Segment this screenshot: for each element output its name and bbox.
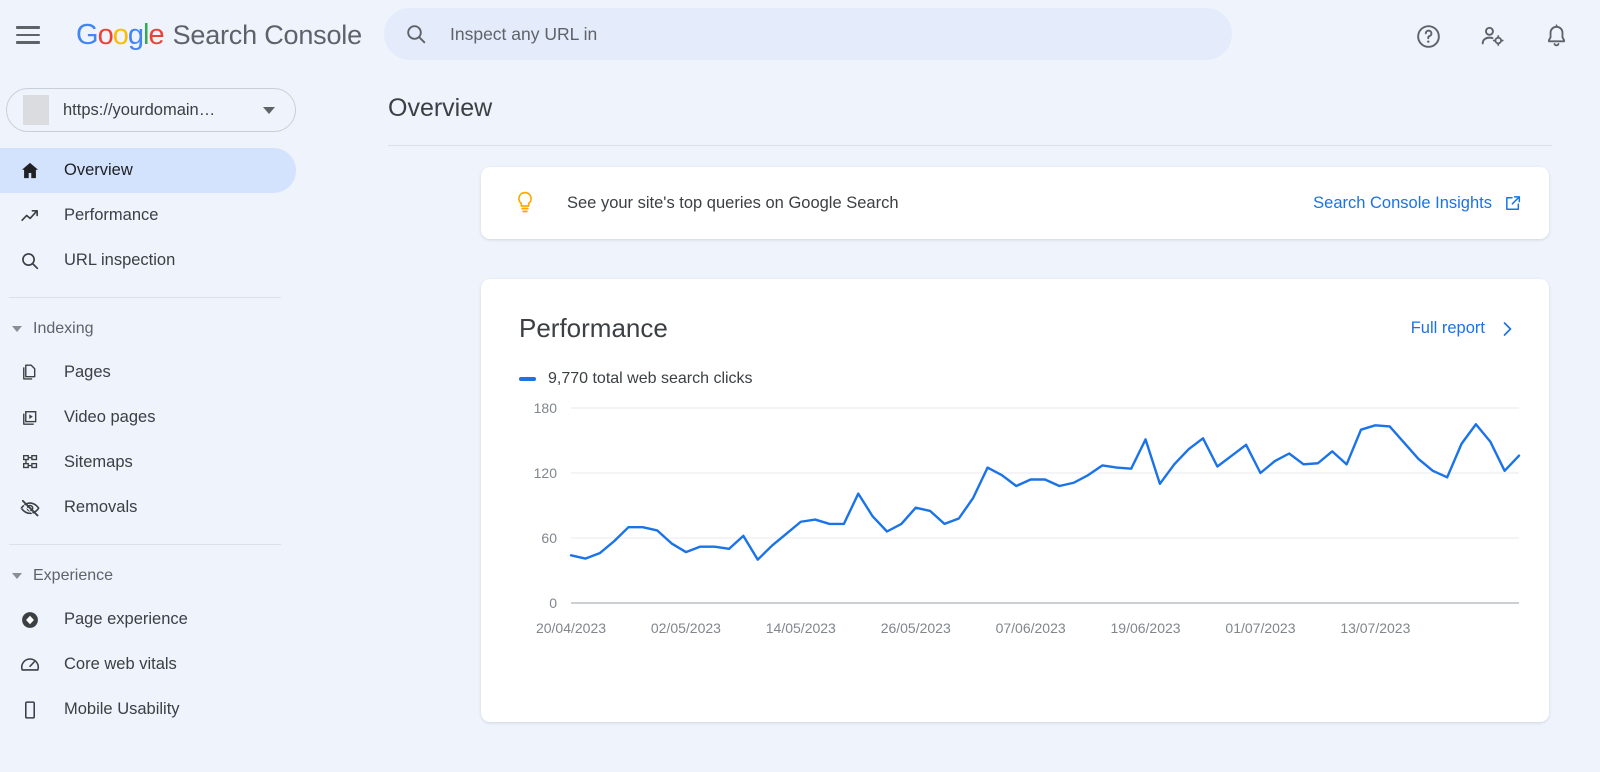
search-console-insights-card: See your site's top queries on Google Se… xyxy=(481,167,1549,239)
chevron-down-icon xyxy=(263,107,275,114)
sidebar-item-label: Sitemaps xyxy=(64,453,133,472)
nav-divider xyxy=(9,297,281,298)
site-favicon xyxy=(23,95,49,125)
gauge-icon xyxy=(18,653,42,677)
sidebar-item-label: Mobile Usability xyxy=(64,700,180,719)
product-name: Search Console xyxy=(173,20,362,51)
sidebar-item-sitemaps[interactable]: Sitemaps xyxy=(0,440,296,485)
page-title: Overview xyxy=(388,94,1600,123)
hamburger-menu-icon[interactable] xyxy=(16,26,40,44)
search-placeholder: Inspect any URL in xyxy=(450,24,597,45)
page-experience-icon xyxy=(18,608,42,632)
chevron-down-icon xyxy=(12,326,22,332)
sidebar-item-performance[interactable]: Performance xyxy=(0,193,296,238)
pages-copy-icon xyxy=(18,361,42,385)
sidebar-item-label: Core web vitals xyxy=(64,655,177,674)
svg-text:60: 60 xyxy=(541,530,557,546)
svg-text:120: 120 xyxy=(534,465,558,481)
sidebar-item-label: URL inspection xyxy=(64,251,175,270)
svg-text:02/05/2023: 02/05/2023 xyxy=(651,620,721,636)
chart-legend-clicks[interactable]: 9,770 total web search clicks xyxy=(519,370,1549,388)
external-link-icon xyxy=(1503,193,1523,213)
sidebar-item-label: Page experience xyxy=(64,610,188,629)
performance-chart[interactable]: 0 60 120 180 20/04/2023 02/05/2023 14/05/2023 2… xyxy=(481,396,1549,656)
top-app-bar: Google Search Console Inspect any URL in xyxy=(0,0,1600,70)
performance-title: Performance xyxy=(519,313,668,344)
sidebar-item-pages[interactable]: Pages xyxy=(0,350,296,395)
svg-text:20/04/2023: 20/04/2023 xyxy=(536,620,606,636)
sidebar-item-label: Pages xyxy=(64,363,111,382)
google-logo: Google xyxy=(76,19,164,52)
help-icon[interactable] xyxy=(1406,14,1450,58)
nav-section-title: Experience xyxy=(33,567,113,585)
url-inspect-search-bar[interactable]: Inspect any URL in xyxy=(384,8,1232,60)
video-pages-icon xyxy=(18,406,42,430)
legend-label: 9,770 total web search clicks xyxy=(548,370,753,388)
svg-text:26/05/2023: 26/05/2023 xyxy=(881,620,951,636)
sidebar-item-removals[interactable]: Removals xyxy=(0,485,296,530)
property-selector[interactable]: https://yourdomain… xyxy=(6,88,296,132)
legend-swatch xyxy=(519,377,536,381)
performance-card-header: Performance Full report xyxy=(481,279,1549,344)
svg-text:19/06/2023: 19/06/2023 xyxy=(1111,620,1181,636)
search-console-insights-link[interactable]: Search Console Insights xyxy=(1313,193,1523,213)
home-icon xyxy=(18,159,42,183)
sidebar-item-page-experience[interactable]: Page experience xyxy=(0,597,296,642)
svg-text:0: 0 xyxy=(549,595,557,611)
top-bar-actions xyxy=(1406,14,1578,58)
nav-section-title: Indexing xyxy=(33,320,94,338)
search-icon xyxy=(404,22,428,46)
property-url: https://yourdomain… xyxy=(63,101,263,120)
sidebar-item-label: Video pages xyxy=(64,408,155,427)
full-report-label: Full report xyxy=(1411,319,1485,338)
trending-up-icon xyxy=(18,204,42,228)
sidebar-item-overview[interactable]: Overview xyxy=(0,148,296,193)
sidebar-item-video-pages[interactable]: Video pages xyxy=(0,395,296,440)
svg-text:07/06/2023: 07/06/2023 xyxy=(996,620,1066,636)
insights-message: See your site's top queries on Google Se… xyxy=(567,194,899,213)
search-icon xyxy=(18,249,42,273)
full-report-link[interactable]: Full report xyxy=(1411,319,1517,339)
clicks-line-chart: 0 60 120 180 20/04/2023 02/05/2023 14/05/2023 2… xyxy=(481,396,1549,646)
sidebar-item-label: Overview xyxy=(64,161,133,180)
nav-section-indexing[interactable]: Indexing xyxy=(0,308,340,350)
sidebar-item-core-web-vitals[interactable]: Core web vitals xyxy=(0,642,296,687)
sidebar-item-url-inspection[interactable]: URL inspection xyxy=(0,238,296,283)
lightbulb-icon xyxy=(513,190,537,216)
app-brand: Google Search Console xyxy=(76,19,362,52)
svg-text:13/07/2023: 13/07/2023 xyxy=(1340,620,1410,636)
svg-text:01/07/2023: 01/07/2023 xyxy=(1225,620,1295,636)
svg-text:180: 180 xyxy=(534,400,558,416)
primary-nav: Overview Performance URL inspection xyxy=(0,148,340,732)
nav-section-experience[interactable]: Experience xyxy=(0,555,340,597)
sidebar-item-label: Removals xyxy=(64,498,137,517)
sidebar-item-mobile-usability[interactable]: Mobile Usability xyxy=(0,687,296,732)
mobile-device-icon xyxy=(18,698,42,722)
nav-divider xyxy=(9,544,281,545)
performance-card: Performance Full report 9,770 total web … xyxy=(481,279,1549,722)
sidebar: https://yourdomain… Overview Performance xyxy=(0,70,340,772)
account-settings-icon[interactable] xyxy=(1470,14,1514,58)
sidebar-item-label: Performance xyxy=(64,206,158,225)
sitemaps-tree-icon xyxy=(18,451,42,475)
svg-text:14/05/2023: 14/05/2023 xyxy=(766,620,836,636)
main-content: Overview See your site's top queries on … xyxy=(340,70,1600,772)
chevron-right-icon xyxy=(1497,319,1517,339)
eye-off-icon xyxy=(18,496,42,520)
chevron-down-icon xyxy=(12,573,22,579)
insights-link-label: Search Console Insights xyxy=(1313,194,1492,213)
title-divider xyxy=(388,145,1552,146)
notifications-bell-icon[interactable] xyxy=(1534,14,1578,58)
